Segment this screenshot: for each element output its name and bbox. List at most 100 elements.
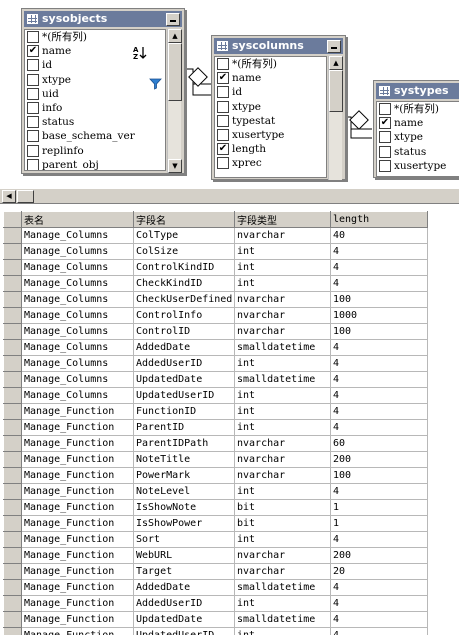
- column-checkbox[interactable]: [217, 58, 229, 70]
- grid-cell[interactable]: 4: [330, 387, 428, 404]
- column-checkbox[interactable]: [379, 131, 391, 144]
- grid-cell[interactable]: int: [234, 243, 331, 260]
- grid-cell[interactable]: Manage_Function: [21, 531, 134, 548]
- grid-cell[interactable]: Manage_Function: [21, 547, 134, 564]
- grid-cell[interactable]: smalldatetime: [234, 611, 331, 628]
- table-row[interactable]: Manage_Columns UpdatedUserID int 4: [3, 387, 428, 404]
- column-row[interactable]: ✔ length: [215, 142, 326, 156]
- row-selector[interactable]: [3, 243, 22, 260]
- row-selector[interactable]: [3, 499, 22, 516]
- grid-cell[interactable]: 4: [330, 403, 428, 420]
- row-selector[interactable]: [3, 339, 22, 356]
- grid-cell[interactable]: NoteTitle: [133, 451, 235, 468]
- column-checkbox[interactable]: [379, 103, 391, 115]
- grid-cell[interactable]: Manage_Function: [21, 595, 134, 612]
- column-header[interactable]: 字段名: [133, 211, 235, 228]
- grid-cell[interactable]: ControlKindID: [133, 259, 235, 276]
- row-selector[interactable]: [3, 307, 22, 324]
- column-row[interactable]: xprec: [215, 156, 326, 170]
- column-header[interactable]: length: [330, 211, 428, 228]
- table-row[interactable]: Manage_Function AddedDate smalldatetime 4: [3, 579, 428, 596]
- grid-cell[interactable]: 20: [330, 563, 428, 580]
- grid-cell[interactable]: UpdatedUserID: [133, 387, 235, 404]
- grid-cell[interactable]: int: [234, 259, 331, 276]
- grid-cell[interactable]: Manage_Columns: [21, 371, 134, 388]
- table-row[interactable]: Manage_Function Target nvarchar 20: [3, 563, 428, 580]
- vertical-scrollbar[interactable]: ▲: [328, 56, 343, 180]
- grid-cell[interactable]: nvarchar: [234, 291, 331, 308]
- column-checkbox[interactable]: [217, 128, 229, 141]
- grid-cell[interactable]: Manage_Columns: [21, 339, 134, 356]
- grid-cell[interactable]: 4: [330, 419, 428, 436]
- grid-cell[interactable]: int: [234, 403, 331, 420]
- grid-cell[interactable]: Manage_Function: [21, 515, 134, 532]
- grid-cell[interactable]: ControlInfo: [133, 307, 235, 324]
- table-row[interactable]: Manage_Columns CheckUserDefined nvarchar 10…: [3, 291, 428, 308]
- table-row[interactable]: Manage_Function Sort int 4: [3, 531, 428, 548]
- grid-cell[interactable]: Manage_Columns: [21, 243, 134, 260]
- grid-cell[interactable]: AddedDate: [133, 339, 235, 356]
- grid-cell[interactable]: WebURL: [133, 547, 235, 564]
- grid-cell[interactable]: Manage_Columns: [21, 323, 134, 340]
- grid-cell[interactable]: 4: [330, 483, 428, 500]
- grid-cell[interactable]: UpdatedDate: [133, 611, 235, 628]
- grid-cell[interactable]: IsShowNote: [133, 499, 235, 516]
- table-row[interactable]: Manage_Columns AddedUserID int 4: [3, 355, 428, 372]
- grid-cell[interactable]: Manage_Function: [21, 579, 134, 596]
- grid-cell[interactable]: Manage_Columns: [21, 291, 134, 308]
- column-row[interactable]: ✔ name: [377, 116, 459, 130]
- table-row[interactable]: Manage_Function IsShowNote bit 1: [3, 499, 428, 516]
- grid-cell[interactable]: nvarchar: [234, 547, 331, 564]
- grid-cell[interactable]: Manage_Function: [21, 403, 134, 420]
- table-row[interactable]: Manage_Function IsShowPower bit 1: [3, 515, 428, 532]
- grid-cell[interactable]: 4: [330, 371, 428, 388]
- row-selector[interactable]: [3, 595, 22, 612]
- column-checkbox[interactable]: [217, 114, 229, 127]
- grid-cell[interactable]: Target: [133, 563, 235, 580]
- column-row[interactable]: ✔ name: [215, 71, 326, 85]
- table-row[interactable]: Manage_Columns ControlID nvarchar 100: [3, 323, 428, 340]
- column-row[interactable]: xusertype: [377, 159, 459, 173]
- row-selector[interactable]: [3, 451, 22, 468]
- table-row[interactable]: Manage_Function NoteLevel int 4: [3, 483, 428, 500]
- table-systypes[interactable]: systypes *(所有列) ✔ name xtype status xusertype: [373, 80, 459, 178]
- column-row[interactable]: id: [215, 85, 326, 99]
- grid-cell[interactable]: PowerMark: [133, 467, 235, 484]
- column-header[interactable]: 表名: [21, 211, 134, 228]
- grid-cell[interactable]: CheckUserDefined: [133, 291, 235, 308]
- grid-cell[interactable]: 60: [330, 435, 428, 452]
- grid-cell[interactable]: Manage_Function: [21, 627, 134, 635]
- grid-cell[interactable]: 4: [330, 339, 428, 356]
- grid-cell[interactable]: bit: [234, 515, 331, 532]
- table-row[interactable]: Manage_Columns AddedDate smalldatetime 4: [3, 339, 428, 356]
- row-selector[interactable]: [3, 259, 22, 276]
- table-row[interactable]: Manage_Function NoteTitle nvarchar 200: [3, 451, 428, 468]
- grid-cell[interactable]: Manage_Function: [21, 483, 134, 500]
- grid-cell[interactable]: int: [234, 387, 331, 404]
- grid-cell[interactable]: Manage_Function: [21, 419, 134, 436]
- grid-cell[interactable]: int: [234, 355, 331, 372]
- grid-cell[interactable]: ColType: [133, 227, 235, 244]
- grid-cell[interactable]: UpdatedDate: [133, 371, 235, 388]
- horizontal-scrollbar[interactable]: ◀: [0, 188, 459, 204]
- table-row[interactable]: Manage_Columns ColType nvarchar 40: [3, 227, 428, 244]
- grid-cell[interactable]: FunctionID: [133, 403, 235, 420]
- grid-cell[interactable]: Manage_Columns: [21, 307, 134, 324]
- grid-cell[interactable]: 4: [330, 595, 428, 612]
- grid-cell[interactable]: Manage_Function: [21, 611, 134, 628]
- table-row[interactable]: Manage_Columns ControlKindID int 4: [3, 259, 428, 276]
- grid-cell[interactable]: 100: [330, 323, 428, 340]
- row-selector[interactable]: [3, 435, 22, 452]
- grid-cell[interactable]: nvarchar: [234, 435, 331, 452]
- row-selector[interactable]: [3, 371, 22, 388]
- grid-cell[interactable]: 4: [330, 243, 428, 260]
- grid-cell[interactable]: Manage_Columns: [21, 259, 134, 276]
- scroll-thumb[interactable]: [17, 190, 34, 203]
- grid-cell[interactable]: nvarchar: [234, 323, 331, 340]
- column-checkbox[interactable]: ✔: [217, 72, 229, 85]
- grid-cell[interactable]: 4: [330, 531, 428, 548]
- grid-cell[interactable]: bit: [234, 499, 331, 516]
- grid-cell[interactable]: Manage_Columns: [21, 355, 134, 372]
- grid-cell[interactable]: 100: [330, 291, 428, 308]
- grid-cell[interactable]: ControlID: [133, 323, 235, 340]
